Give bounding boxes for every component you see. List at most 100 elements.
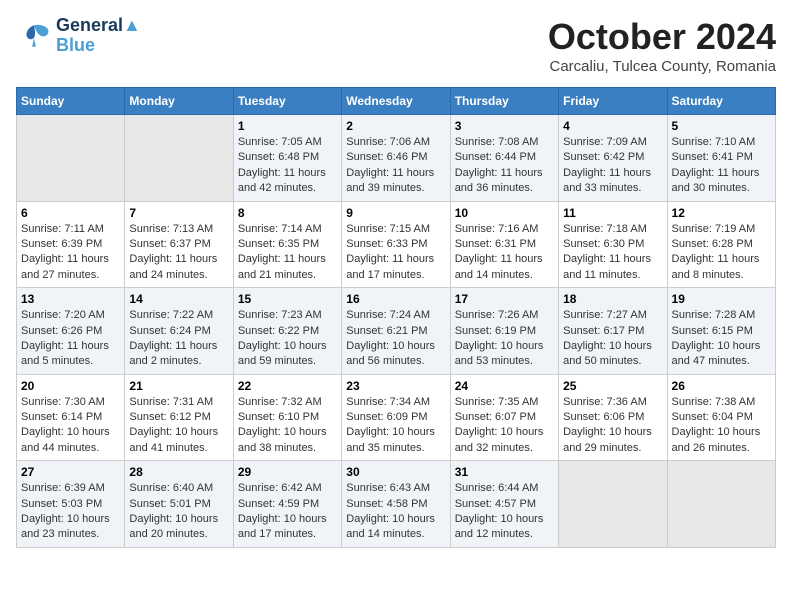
day-of-week-header: Tuesday — [233, 88, 341, 115]
calendar-cell: 9 Sunrise: 7:15 AM Sunset: 6:33 PM Daylig… — [342, 201, 450, 288]
calendar-cell: 25 Sunrise: 7:36 AM Sunset: 6:06 PM Dayli… — [559, 374, 667, 461]
calendar-cell — [125, 115, 233, 202]
day-number: 17 — [455, 292, 554, 306]
day-number: 11 — [563, 206, 662, 220]
day-number: 4 — [563, 119, 662, 133]
day-number: 8 — [238, 206, 337, 220]
day-info: Sunrise: 7:16 AM Sunset: 6:31 PM Dayligh… — [455, 222, 554, 284]
day-info: Sunrise: 7:15 AM Sunset: 6:33 PM Dayligh… — [346, 222, 445, 284]
day-info: Sunrise: 7:11 AM Sunset: 6:39 PM Dayligh… — [21, 222, 120, 284]
day-info: Sunrise: 7:06 AM Sunset: 6:46 PM Dayligh… — [346, 135, 445, 197]
location: Carcaliu, Tulcea County, Romania — [548, 58, 776, 75]
day-info: Sunrise: 7:34 AM Sunset: 6:09 PM Dayligh… — [346, 395, 445, 457]
day-number: 22 — [238, 379, 337, 393]
day-number: 23 — [346, 379, 445, 393]
day-number: 28 — [129, 465, 228, 479]
day-info: Sunrise: 7:13 AM Sunset: 6:37 PM Dayligh… — [129, 222, 228, 284]
calendar-cell: 5 Sunrise: 7:10 AM Sunset: 6:41 PM Daylig… — [667, 115, 775, 202]
day-number: 19 — [672, 292, 771, 306]
day-number: 13 — [21, 292, 120, 306]
calendar-cell — [17, 115, 125, 202]
day-info: Sunrise: 7:32 AM Sunset: 6:10 PM Dayligh… — [238, 395, 337, 457]
day-info: Sunrise: 7:20 AM Sunset: 6:26 PM Dayligh… — [21, 308, 120, 370]
day-number: 21 — [129, 379, 228, 393]
day-info: Sunrise: 6:40 AM Sunset: 5:01 PM Dayligh… — [129, 481, 228, 543]
day-info: Sunrise: 7:31 AM Sunset: 6:12 PM Dayligh… — [129, 395, 228, 457]
day-info: Sunrise: 7:27 AM Sunset: 6:17 PM Dayligh… — [563, 308, 662, 370]
calendar-cell: 4 Sunrise: 7:09 AM Sunset: 6:42 PM Daylig… — [559, 115, 667, 202]
calendar-cell: 19 Sunrise: 7:28 AM Sunset: 6:15 PM Dayli… — [667, 288, 775, 375]
day-info: Sunrise: 7:36 AM Sunset: 6:06 PM Dayligh… — [563, 395, 662, 457]
calendar-cell: 12 Sunrise: 7:19 AM Sunset: 6:28 PM Dayli… — [667, 201, 775, 288]
calendar-cell: 26Sunrise: 7:38 AM Sunset: 6:04 PM Dayli… — [667, 374, 775, 461]
day-info: Sunrise: 7:14 AM Sunset: 6:35 PM Dayligh… — [238, 222, 337, 284]
day-number: 9 — [346, 206, 445, 220]
day-number: 16 — [346, 292, 445, 306]
month-title: October 2024 — [548, 16, 776, 58]
day-number: 14 — [129, 292, 228, 306]
calendar-cell — [559, 461, 667, 548]
calendar-cell: 7 Sunrise: 7:13 AM Sunset: 6:37 PM Daylig… — [125, 201, 233, 288]
logo-icon — [16, 18, 52, 54]
day-number: 20 — [21, 379, 120, 393]
calendar-cell: 16 Sunrise: 7:24 AM Sunset: 6:21 PM Dayli… — [342, 288, 450, 375]
calendar-cell: 31 Sunrise: 6:44 AM Sunset: 4:57 PM Dayli… — [450, 461, 558, 548]
day-info: Sunrise: 7:18 AM Sunset: 6:30 PM Dayligh… — [563, 222, 662, 284]
day-number: 25 — [563, 379, 662, 393]
day-info: Sunrise: 7:09 AM Sunset: 6:42 PM Dayligh… — [563, 135, 662, 197]
day-number: 12 — [672, 206, 771, 220]
day-of-week-header: Friday — [559, 88, 667, 115]
day-info: Sunrise: 7:10 AM Sunset: 6:41 PM Dayligh… — [672, 135, 771, 197]
calendar-cell: 2 Sunrise: 7:06 AM Sunset: 6:46 PM Daylig… — [342, 115, 450, 202]
day-of-week-header: Saturday — [667, 88, 775, 115]
logo: General▲ Blue — [16, 16, 141, 56]
calendar-cell: 15 Sunrise: 7:23 AM Sunset: 6:22 PM Dayli… — [233, 288, 341, 375]
calendar-cell: 22 Sunrise: 7:32 AM Sunset: 6:10 PM Dayli… — [233, 374, 341, 461]
day-number: 2 — [346, 119, 445, 133]
day-info: Sunrise: 7:05 AM Sunset: 6:48 PM Dayligh… — [238, 135, 337, 197]
day-number: 30 — [346, 465, 445, 479]
day-number: 3 — [455, 119, 554, 133]
calendar-cell: 18 Sunrise: 7:27 AM Sunset: 6:17 PM Dayli… — [559, 288, 667, 375]
day-info: Sunrise: 7:22 AM Sunset: 6:24 PM Dayligh… — [129, 308, 228, 370]
day-number: 27 — [21, 465, 120, 479]
calendar-cell: 30 Sunrise: 6:43 AM Sunset: 4:58 PM Dayli… — [342, 461, 450, 548]
day-number: 1 — [238, 119, 337, 133]
day-info: Sunrise: 7:19 AM Sunset: 6:28 PM Dayligh… — [672, 222, 771, 284]
calendar-cell: 20Sunrise: 7:30 AM Sunset: 6:14 PM Dayli… — [17, 374, 125, 461]
calendar-cell: 29Sunrise: 6:42 AM Sunset: 4:59 PM Dayli… — [233, 461, 341, 548]
calendar-cell: 13 Sunrise: 7:20 AM Sunset: 6:26 PM Dayli… — [17, 288, 125, 375]
day-number: 18 — [563, 292, 662, 306]
calendar-cell: 23 Sunrise: 7:34 AM Sunset: 6:09 PM Dayli… — [342, 374, 450, 461]
day-number: 29 — [238, 465, 337, 479]
calendar-week-row: 13 Sunrise: 7:20 AM Sunset: 6:26 PM Dayli… — [17, 288, 776, 375]
day-info: Sunrise: 6:43 AM Sunset: 4:58 PM Dayligh… — [346, 481, 445, 543]
calendar-week-row: 1 Sunrise: 7:05 AM Sunset: 6:48 PM Daylig… — [17, 115, 776, 202]
day-info: Sunrise: 7:24 AM Sunset: 6:21 PM Dayligh… — [346, 308, 445, 370]
calendar-cell: 24Sunrise: 7:35 AM Sunset: 6:07 PM Dayli… — [450, 374, 558, 461]
day-number: 7 — [129, 206, 228, 220]
day-info: Sunrise: 6:44 AM Sunset: 4:57 PM Dayligh… — [455, 481, 554, 543]
day-number: 5 — [672, 119, 771, 133]
calendar-cell: 27 Sunrise: 6:39 AM Sunset: 5:03 PM Dayli… — [17, 461, 125, 548]
calendar-table: SundayMondayTuesdayWednesdayThursdayFrid… — [16, 87, 776, 548]
day-info: Sunrise: 7:26 AM Sunset: 6:19 PM Dayligh… — [455, 308, 554, 370]
day-number: 6 — [21, 206, 120, 220]
day-info: Sunrise: 6:39 AM Sunset: 5:03 PM Dayligh… — [21, 481, 120, 543]
calendar-cell: 17 Sunrise: 7:26 AM Sunset: 6:19 PM Dayli… — [450, 288, 558, 375]
calendar-cell: 8 Sunrise: 7:14 AM Sunset: 6:35 PM Daylig… — [233, 201, 341, 288]
day-number: 15 — [238, 292, 337, 306]
page-header: General▲ Blue October 2024 Carcaliu, Tul… — [16, 16, 776, 75]
calendar-week-row: 6 Sunrise: 7:11 AM Sunset: 6:39 PM Daylig… — [17, 201, 776, 288]
calendar-cell: 21 Sunrise: 7:31 AM Sunset: 6:12 PM Dayli… — [125, 374, 233, 461]
day-info: Sunrise: 7:28 AM Sunset: 6:15 PM Dayligh… — [672, 308, 771, 370]
day-info: Sunrise: 7:23 AM Sunset: 6:22 PM Dayligh… — [238, 308, 337, 370]
calendar-cell: 3 Sunrise: 7:08 AM Sunset: 6:44 PM Daylig… — [450, 115, 558, 202]
day-of-week-header: Monday — [125, 88, 233, 115]
calendar-cell: 1 Sunrise: 7:05 AM Sunset: 6:48 PM Daylig… — [233, 115, 341, 202]
day-info: Sunrise: 7:08 AM Sunset: 6:44 PM Dayligh… — [455, 135, 554, 197]
day-number: 31 — [455, 465, 554, 479]
calendar-cell: 10Sunrise: 7:16 AM Sunset: 6:31 PM Dayli… — [450, 201, 558, 288]
day-of-week-header: Thursday — [450, 88, 558, 115]
calendar-cell: 6 Sunrise: 7:11 AM Sunset: 6:39 PM Daylig… — [17, 201, 125, 288]
